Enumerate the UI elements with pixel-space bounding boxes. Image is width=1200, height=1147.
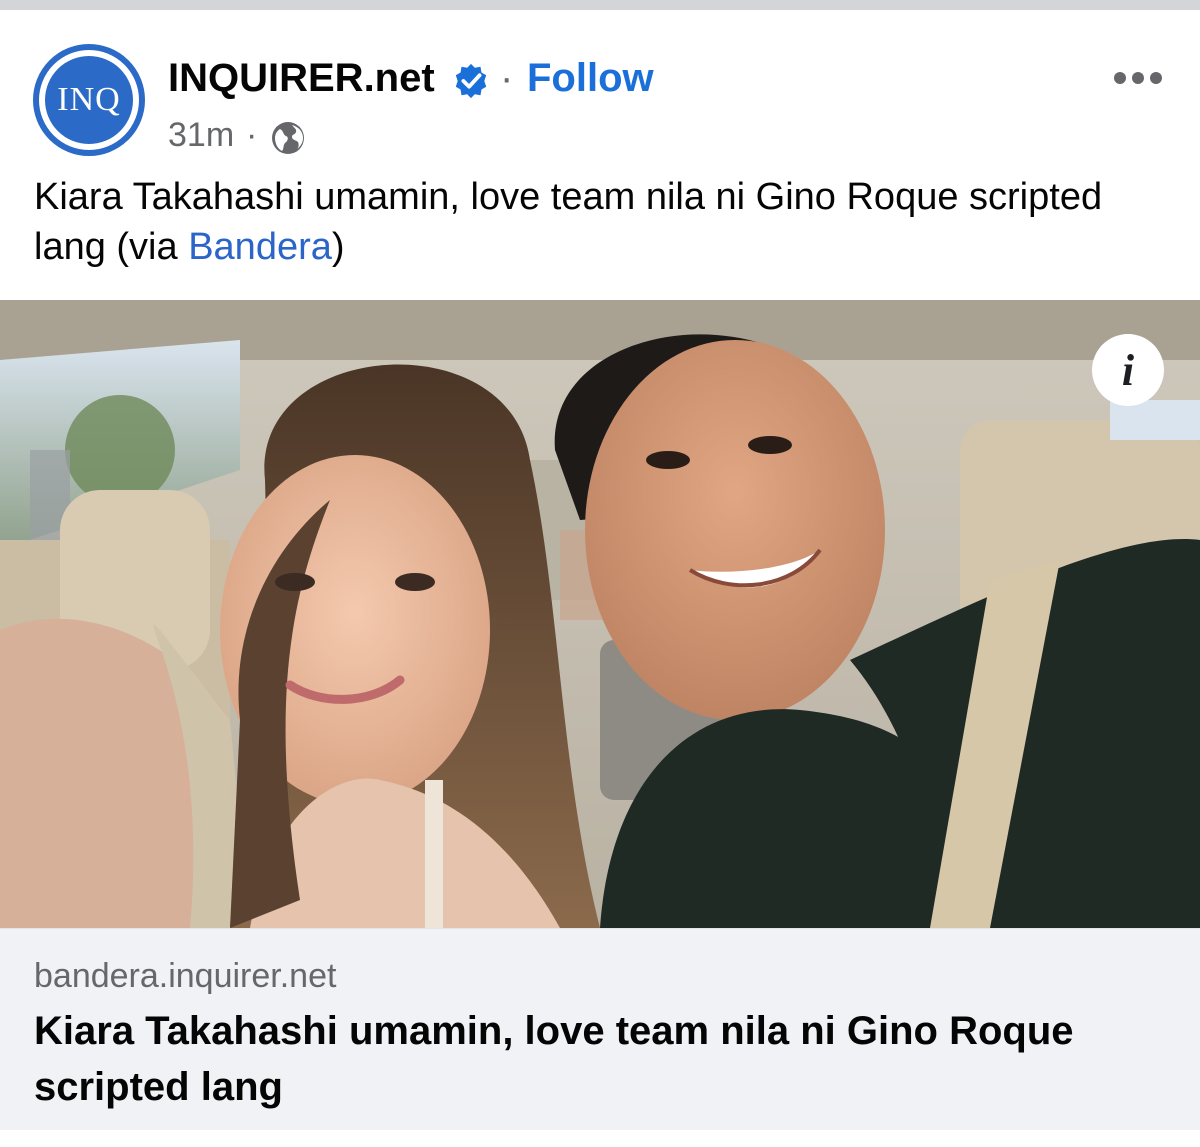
timestamp-separator: · [246, 116, 258, 154]
bottom-divider [0, 1130, 1200, 1147]
post-header: INQ INQUIRER.net · Follow 31m · [0, 10, 1200, 170]
caption-source-link[interactable]: Bandera [188, 226, 332, 268]
link-domain: bandera.inquirer.net [34, 957, 337, 995]
top-divider [0, 0, 1200, 10]
post-caption: Kiara Takahashi umamin, love team nila n… [34, 172, 1164, 272]
avatar-logo: INQ [45, 56, 133, 144]
verified-badge-icon [455, 63, 487, 99]
more-options-icon[interactable] [1112, 68, 1164, 88]
link-preview-card[interactable]: bandera.inquirer.net Kiara Takahashi uma… [0, 928, 1200, 1130]
page-avatar[interactable]: INQ [33, 44, 145, 156]
post-photo[interactable] [0, 300, 1200, 928]
info-icon[interactable]: i [1092, 334, 1164, 406]
globe-icon[interactable] [270, 120, 306, 156]
link-title[interactable]: Kiara Takahashi umamin, love team nila n… [34, 1003, 1164, 1115]
post-timestamp[interactable]: 31m [168, 116, 234, 155]
page-name-link[interactable]: INQUIRER.net [168, 56, 435, 101]
header-separator: · [500, 56, 514, 100]
follow-button[interactable]: Follow [527, 56, 654, 101]
caption-closing: ) [331, 226, 345, 268]
